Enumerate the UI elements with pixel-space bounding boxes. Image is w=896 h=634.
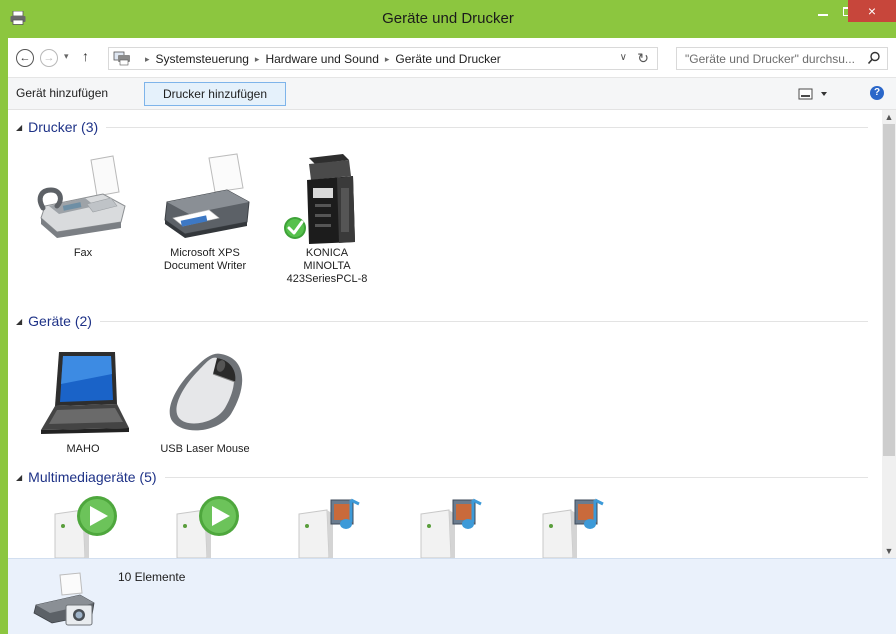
breadcrumb-hardware-und-sound[interactable]: Hardware und Sound bbox=[265, 52, 378, 66]
media-player-icon bbox=[54, 496, 117, 558]
help-button[interactable]: ? bbox=[870, 86, 884, 100]
details-pane: 10 Elemente bbox=[8, 558, 896, 634]
device-item-media-server-1[interactable] bbox=[272, 494, 382, 558]
scroll-down-icon[interactable]: ▼ bbox=[882, 544, 896, 558]
close-button[interactable]: × bbox=[848, 0, 896, 22]
collapse-triangle-icon[interactable]: ◢ bbox=[16, 123, 22, 132]
media-server-icon bbox=[298, 498, 360, 558]
arrow-up-icon: ↑ bbox=[82, 48, 89, 64]
device-label: MAHO bbox=[66, 443, 100, 455]
vertical-scrollbar[interactable]: ▲ ▼ bbox=[882, 110, 896, 558]
arrow-right-icon: → bbox=[43, 52, 55, 64]
recent-locations-button[interactable]: ▾ bbox=[64, 51, 69, 62]
device-item-media-server-3[interactable] bbox=[516, 494, 626, 558]
device-item-konica-minolta[interactable]: KONICA MINOLTA 423SeriesPCL-8 bbox=[272, 148, 382, 286]
device-item-media-player-1[interactable] bbox=[28, 494, 138, 558]
search-placeholder: "Geräte und Drucker" durchsu... bbox=[685, 52, 855, 66]
copier-icon bbox=[284, 154, 355, 244]
address-bar[interactable]: ▸ Systemsteuerung ▸ Hardware und Sound ▸… bbox=[108, 47, 658, 70]
refresh-icon[interactable]: ↻ bbox=[637, 50, 649, 67]
group-label-multimedia: Multimediageräte (5) bbox=[28, 469, 157, 485]
group-divider bbox=[106, 126, 868, 128]
item-count: 10 Elemente bbox=[118, 570, 186, 584]
command-bar: Gerät hinzufügen Drucker hinzufügen ? bbox=[8, 78, 896, 110]
add-device-button[interactable]: Gerät hinzufügen bbox=[8, 82, 116, 106]
breadcrumb-separator-icon: ▸ bbox=[145, 53, 150, 64]
group-label-devices: Geräte (2) bbox=[28, 313, 92, 329]
device-item-media-player-2[interactable] bbox=[150, 494, 260, 558]
device-item-media-server-2[interactable] bbox=[394, 494, 504, 558]
explorer-frame: ← → ▾ ↑ ▸ Systemsteuerung ▸ Hardware und… bbox=[8, 38, 896, 634]
title-bar[interactable]: Geräte und Drucker × bbox=[0, 0, 896, 38]
address-dropdown-icon[interactable]: ∨ bbox=[620, 52, 627, 63]
add-printer-button[interactable]: Drucker hinzufügen bbox=[144, 82, 286, 106]
group-divider bbox=[99, 320, 868, 322]
close-icon: × bbox=[867, 3, 877, 19]
device-list: ◢ Drucker (3) Fax Microsoft XPS Document… bbox=[8, 110, 882, 558]
up-button[interactable]: ↑ bbox=[82, 48, 89, 64]
printer-icon bbox=[164, 153, 250, 238]
breadcrumb-geraete-und-drucker[interactable]: Geräte und Drucker bbox=[395, 52, 500, 66]
control-panel-icon bbox=[113, 51, 130, 66]
media-server-icon bbox=[542, 498, 604, 558]
laptop-icon bbox=[41, 352, 129, 434]
collapse-triangle-icon[interactable]: ◢ bbox=[16, 473, 22, 482]
mouse-icon bbox=[169, 353, 243, 431]
group-divider bbox=[164, 476, 868, 478]
window-title: Geräte und Drucker bbox=[382, 10, 514, 27]
window: Geräte und Drucker × ← → ▾ ↑ ▸ Systemste… bbox=[0, 0, 896, 634]
forward-button[interactable]: → bbox=[40, 49, 58, 67]
fax-icon bbox=[37, 155, 126, 238]
scroll-up-icon[interactable]: ▲ bbox=[882, 110, 896, 124]
group-header-multimedia[interactable]: ◢ Multimediageräte (5) bbox=[8, 466, 868, 488]
breadcrumb-systemsteuerung[interactable]: Systemsteuerung bbox=[156, 52, 249, 66]
breadcrumb-separator-icon[interactable]: ▸ bbox=[255, 54, 260, 65]
navigation-bar: ← → ▾ ↑ ▸ Systemsteuerung ▸ Hardware und… bbox=[8, 38, 896, 78]
search-icon[interactable] bbox=[867, 51, 881, 65]
device-item-fax[interactable]: Fax bbox=[28, 148, 138, 260]
media-player-icon bbox=[176, 496, 239, 558]
help-icon: ? bbox=[873, 87, 881, 98]
device-item-microsoft-xps-document-writer[interactable]: Microsoft XPS Document Writer bbox=[150, 148, 260, 273]
device-label: Microsoft XPS Document Writer bbox=[163, 247, 247, 272]
device-item-maho[interactable]: MAHO bbox=[28, 344, 138, 456]
breadcrumb: ▸ Systemsteuerung ▸ Hardware und Sound ▸… bbox=[139, 52, 501, 66]
devices-printers-icon bbox=[33, 572, 95, 626]
device-item-usb-laser-mouse[interactable]: USB Laser Mouse bbox=[150, 344, 260, 456]
scrollbar-thumb[interactable] bbox=[883, 124, 895, 456]
media-server-icon bbox=[420, 498, 482, 558]
breadcrumb-separator-icon[interactable]: ▸ bbox=[385, 54, 390, 65]
group-label-printers: Drucker (3) bbox=[28, 119, 99, 135]
back-button[interactable]: ← bbox=[16, 49, 34, 67]
device-label: USB Laser Mouse bbox=[160, 443, 250, 455]
search-input[interactable]: "Geräte und Drucker" durchsu... bbox=[676, 47, 888, 70]
group-header-devices[interactable]: ◢ Geräte (2) bbox=[8, 310, 868, 332]
collapse-triangle-icon[interactable]: ◢ bbox=[16, 317, 22, 326]
chevron-down-icon: ▾ bbox=[64, 51, 69, 61]
minimize-icon bbox=[818, 14, 828, 16]
group-header-printers[interactable]: ◢ Drucker (3) bbox=[8, 116, 868, 138]
device-label: Fax bbox=[73, 247, 93, 259]
device-label: KONICA MINOLTA 423SeriesPCL-8 bbox=[286, 247, 368, 285]
arrow-left-icon: ← bbox=[19, 52, 31, 64]
view-options-button[interactable] bbox=[798, 87, 830, 101]
